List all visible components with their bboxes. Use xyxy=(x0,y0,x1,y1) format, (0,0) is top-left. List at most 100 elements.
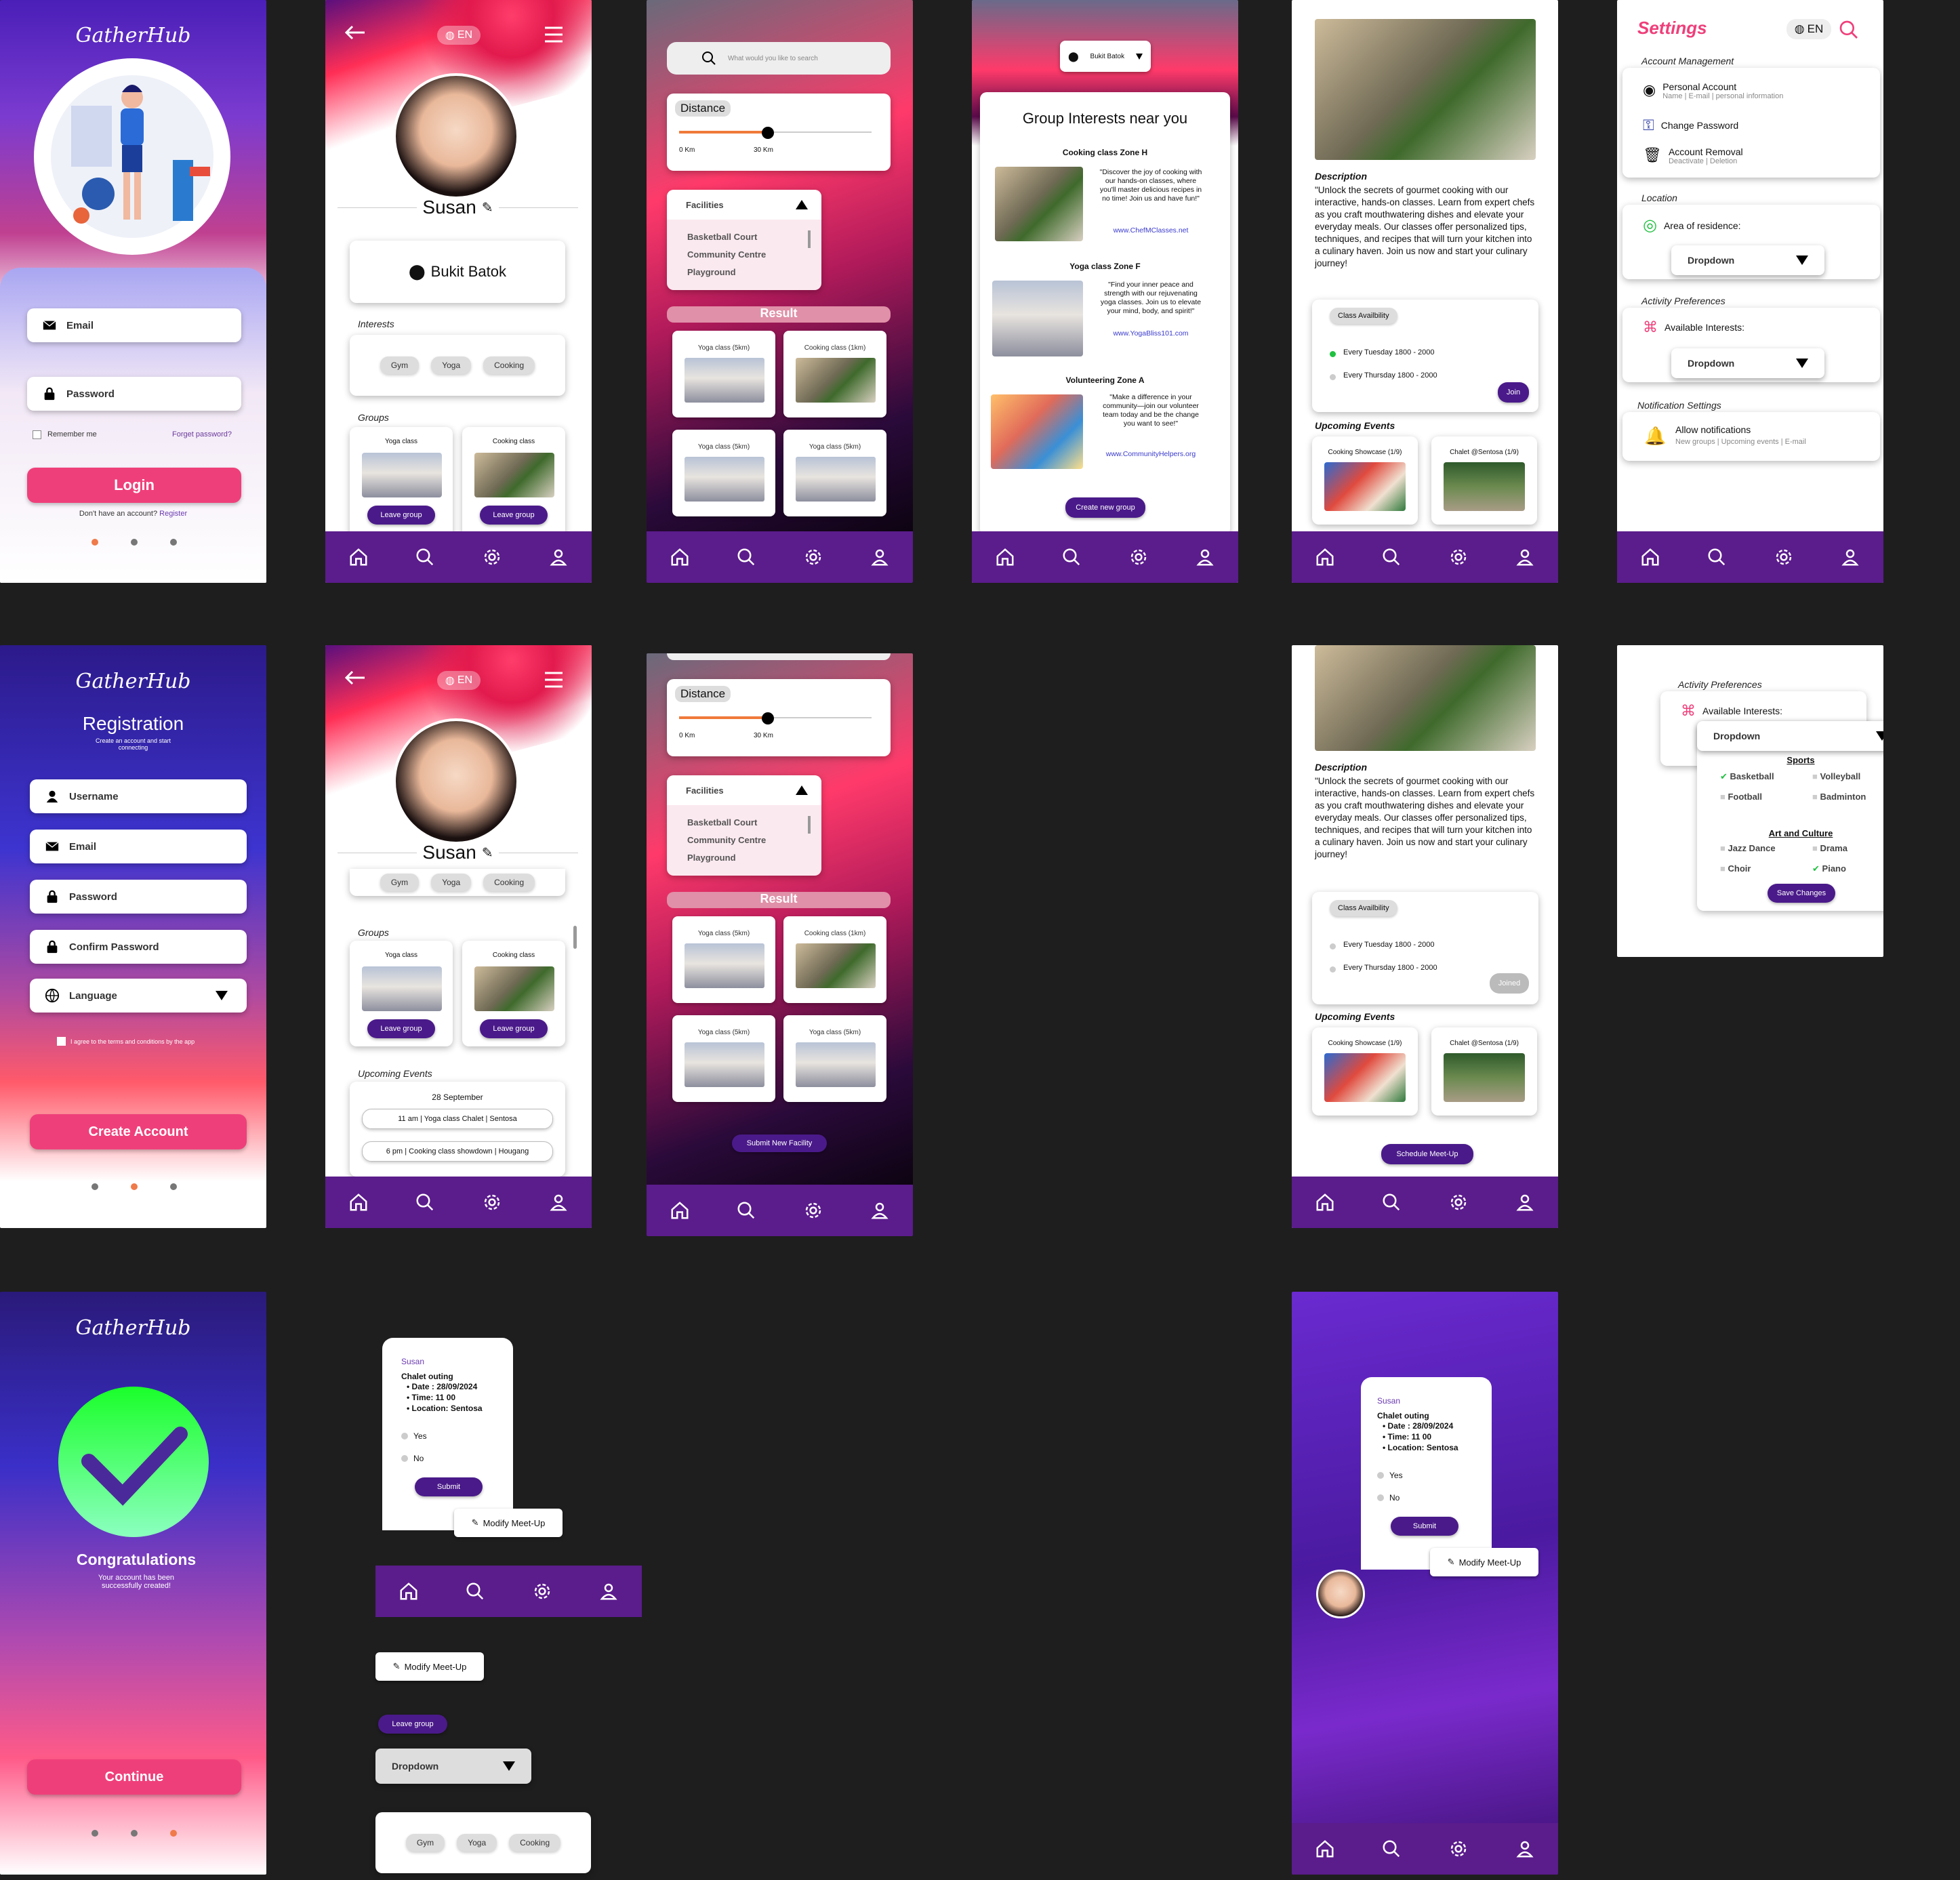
language-toggle[interactable]: ◍ EN xyxy=(437,26,481,45)
group-item-link[interactable]: www.CommunityHelpers.org xyxy=(1097,450,1205,458)
language-toggle[interactable]: ◍ EN xyxy=(437,671,481,690)
facilities-header[interactable]: Facilities xyxy=(667,775,821,805)
nav-search[interactable] xyxy=(460,1576,490,1606)
no-radio[interactable] xyxy=(401,1455,408,1462)
nav-search[interactable] xyxy=(731,542,761,572)
nav-search[interactable] xyxy=(410,1187,440,1217)
event-item[interactable]: 11 am | Yoga class Chalet | Sentosa xyxy=(362,1109,553,1129)
residence-dropdown[interactable]: Dropdown xyxy=(1671,245,1824,275)
result-card[interactable]: Cooking class (1km) xyxy=(783,916,886,1003)
nav-home[interactable] xyxy=(1310,1187,1340,1217)
nav-settings[interactable] xyxy=(477,542,507,572)
terms-checkbox[interactable] xyxy=(57,1037,66,1046)
sport-option[interactable]: ■ Badminton xyxy=(1812,792,1866,802)
nav-search[interactable] xyxy=(1376,542,1406,572)
submit-facility-button[interactable]: Submit New Facility xyxy=(732,1135,827,1152)
group-card[interactable]: Cooking class Leave group xyxy=(462,941,565,1046)
event-card[interactable]: Cooking Showcase (1/9) xyxy=(1312,436,1418,525)
distance-thumb[interactable] xyxy=(762,712,774,724)
nav-profile[interactable] xyxy=(1510,1187,1540,1217)
forgot-password-link[interactable]: Forget password? xyxy=(172,430,232,438)
leave-group-component[interactable]: Leave group xyxy=(378,1715,447,1734)
interest-chip[interactable]: Yoga xyxy=(431,874,472,891)
search-icon[interactable] xyxy=(1838,19,1860,41)
menu-icon[interactable] xyxy=(544,671,564,689)
group-card[interactable]: Yoga class Leave group xyxy=(350,941,453,1046)
dropdown-component[interactable]: Dropdown xyxy=(375,1749,531,1784)
join-button[interactable]: Join xyxy=(1498,382,1529,403)
interest-chip[interactable]: Cooking xyxy=(483,874,535,891)
art-option[interactable]: ■ Jazz Dance xyxy=(1720,843,1776,853)
email-field[interactable]: Email xyxy=(27,308,241,342)
nav-search[interactable] xyxy=(1702,542,1732,572)
interest-chip[interactable]: Cooking xyxy=(509,1834,561,1852)
nav-home[interactable] xyxy=(1310,542,1340,572)
nav-home[interactable] xyxy=(1635,542,1665,572)
leave-group-button[interactable]: Leave group xyxy=(480,1019,548,1038)
nav-profile[interactable] xyxy=(1190,542,1220,572)
interest-chip[interactable]: Yoga xyxy=(431,356,472,374)
group-item-photo[interactable] xyxy=(992,281,1083,356)
nav-profile[interactable] xyxy=(544,1187,573,1217)
nav-home[interactable] xyxy=(394,1576,424,1606)
leave-group-button[interactable]: Leave group xyxy=(367,506,435,525)
modify-meetup-component[interactable]: ✎ Modify Meet-Up xyxy=(375,1652,484,1681)
password-field[interactable]: Password xyxy=(27,377,241,411)
facility-item[interactable]: Playground xyxy=(687,267,736,277)
language-toggle[interactable]: ◍ EN xyxy=(1787,19,1831,39)
result-card[interactable]: Cooking class (1km) xyxy=(783,331,886,417)
slot-dot[interactable] xyxy=(1330,351,1336,357)
sport-option[interactable]: ■ Volleyball xyxy=(1812,771,1860,781)
leave-group-button[interactable]: Leave group xyxy=(480,506,548,525)
nav-profile[interactable] xyxy=(865,1196,895,1225)
event-card[interactable]: Cooking Showcase (1/9) xyxy=(1312,1027,1418,1116)
confirm-password-field[interactable]: Confirm Password xyxy=(30,930,247,964)
nav-settings[interactable] xyxy=(477,1187,507,1217)
facility-item[interactable]: Community Centre xyxy=(687,249,766,260)
art-option[interactable]: ✔ Piano xyxy=(1812,863,1846,874)
nav-home[interactable] xyxy=(665,542,695,572)
interest-chip[interactable]: Gym xyxy=(405,1834,445,1852)
interests-dropdown[interactable]: Dropdown xyxy=(1697,721,1883,751)
interests-dropdown[interactable]: Dropdown xyxy=(1671,348,1824,378)
reg-password-field[interactable]: Password xyxy=(30,880,247,914)
login-button[interactable]: Login xyxy=(27,468,241,503)
yes-radio[interactable] xyxy=(1377,1472,1384,1479)
nav-home[interactable] xyxy=(665,1196,695,1225)
facility-item[interactable]: Playground xyxy=(687,853,736,863)
back-arrow-icon[interactable] xyxy=(344,670,366,686)
nav-settings[interactable] xyxy=(798,542,828,572)
group-card[interactable]: Yoga class Leave group xyxy=(350,427,453,542)
nav-profile[interactable] xyxy=(1835,542,1865,572)
edit-icon[interactable]: ✎ xyxy=(482,199,493,216)
slot-dot[interactable] xyxy=(1330,966,1336,973)
group-item-link[interactable]: www.YogaBliss101.com xyxy=(1097,329,1205,338)
submit-button[interactable]: Submit xyxy=(1391,1517,1458,1536)
event-card[interactable]: Chalet @Sentosa (1/9) xyxy=(1431,1027,1537,1116)
back-arrow-icon[interactable] xyxy=(344,24,366,41)
scrollbar[interactable] xyxy=(808,230,811,248)
art-option[interactable]: ■ Choir xyxy=(1720,863,1751,874)
modify-meetup-button[interactable]: ✎ Modify Meet-Up xyxy=(1430,1548,1538,1576)
result-card[interactable]: Yoga class (5km) xyxy=(672,916,775,1003)
language-select[interactable]: Language xyxy=(30,979,247,1013)
interest-chip[interactable]: Gym xyxy=(380,874,420,891)
edit-icon[interactable]: ✎ xyxy=(482,844,493,861)
no-radio[interactable] xyxy=(1377,1494,1384,1501)
nav-settings[interactable] xyxy=(1124,542,1153,572)
joined-button[interactable]: Joined xyxy=(1490,973,1529,994)
nav-profile[interactable] xyxy=(594,1576,624,1606)
result-card[interactable]: Yoga class (5km) xyxy=(783,1015,886,1102)
result-card[interactable]: Yoga class (5km) xyxy=(672,331,775,417)
nav-settings[interactable] xyxy=(798,1196,828,1225)
username-field[interactable]: Username xyxy=(30,779,247,813)
group-item-link[interactable]: www.ChefMClasses.net xyxy=(1097,226,1205,234)
facility-item[interactable]: Basketball Court xyxy=(687,817,757,827)
nav-settings[interactable] xyxy=(1769,542,1799,572)
scrollbar[interactable] xyxy=(573,926,577,949)
nav-home[interactable] xyxy=(1310,1834,1340,1864)
nav-search[interactable] xyxy=(410,542,440,572)
event-item[interactable]: 6 pm | Cooking class showdown | Hougang xyxy=(362,1141,553,1162)
nav-search[interactable] xyxy=(1376,1834,1406,1864)
distance-thumb[interactable] xyxy=(762,127,774,139)
